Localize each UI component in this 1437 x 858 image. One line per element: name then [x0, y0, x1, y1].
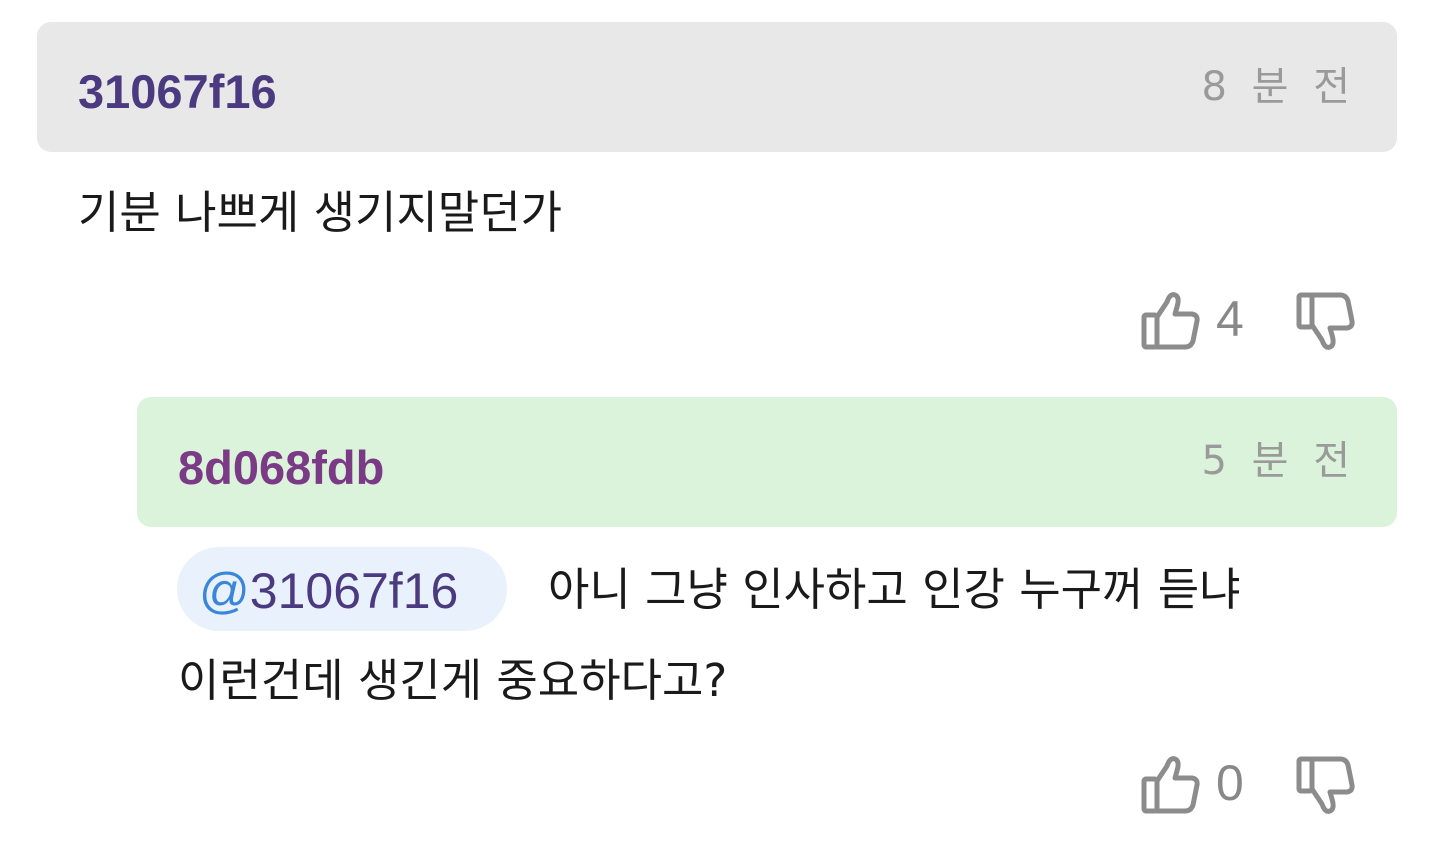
like-count: 4	[1216, 291, 1244, 347]
timestamp: 8 분 전	[1201, 64, 1356, 110]
like-count: 0	[1216, 755, 1244, 811]
mention-text: @31067f16	[199, 566, 458, 616]
mention-at-symbol: @	[199, 563, 250, 619]
timestamp: 5 분 전	[1201, 438, 1356, 484]
comment-text: 기분 나쁘게 생기지말던가	[78, 186, 563, 239]
mention-handle: 31067f16	[249, 563, 459, 619]
mention-chip[interactable]: @31067f16	[177, 547, 507, 631]
author-name[interactable]: 31067f16	[78, 68, 277, 115]
reply-text-line: 아니 그냥 인사하고 인강 누구꺼 듣냐	[548, 563, 1241, 616]
thumbs-down-icon[interactable]	[1295, 288, 1357, 354]
thumbs-down-icon[interactable]	[1295, 752, 1357, 818]
author-name[interactable]: 8d068fdb	[178, 444, 384, 491]
reply-header: 8d068fdb 5 분 전	[137, 397, 1397, 527]
thumbs-up-icon[interactable]	[1140, 288, 1202, 354]
comment-header: 31067f16 8 분 전	[37, 22, 1397, 152]
thumbs-up-icon[interactable]	[1140, 752, 1202, 818]
reply-text-line: 이런건데 생긴게 중요하다고?	[178, 654, 728, 707]
